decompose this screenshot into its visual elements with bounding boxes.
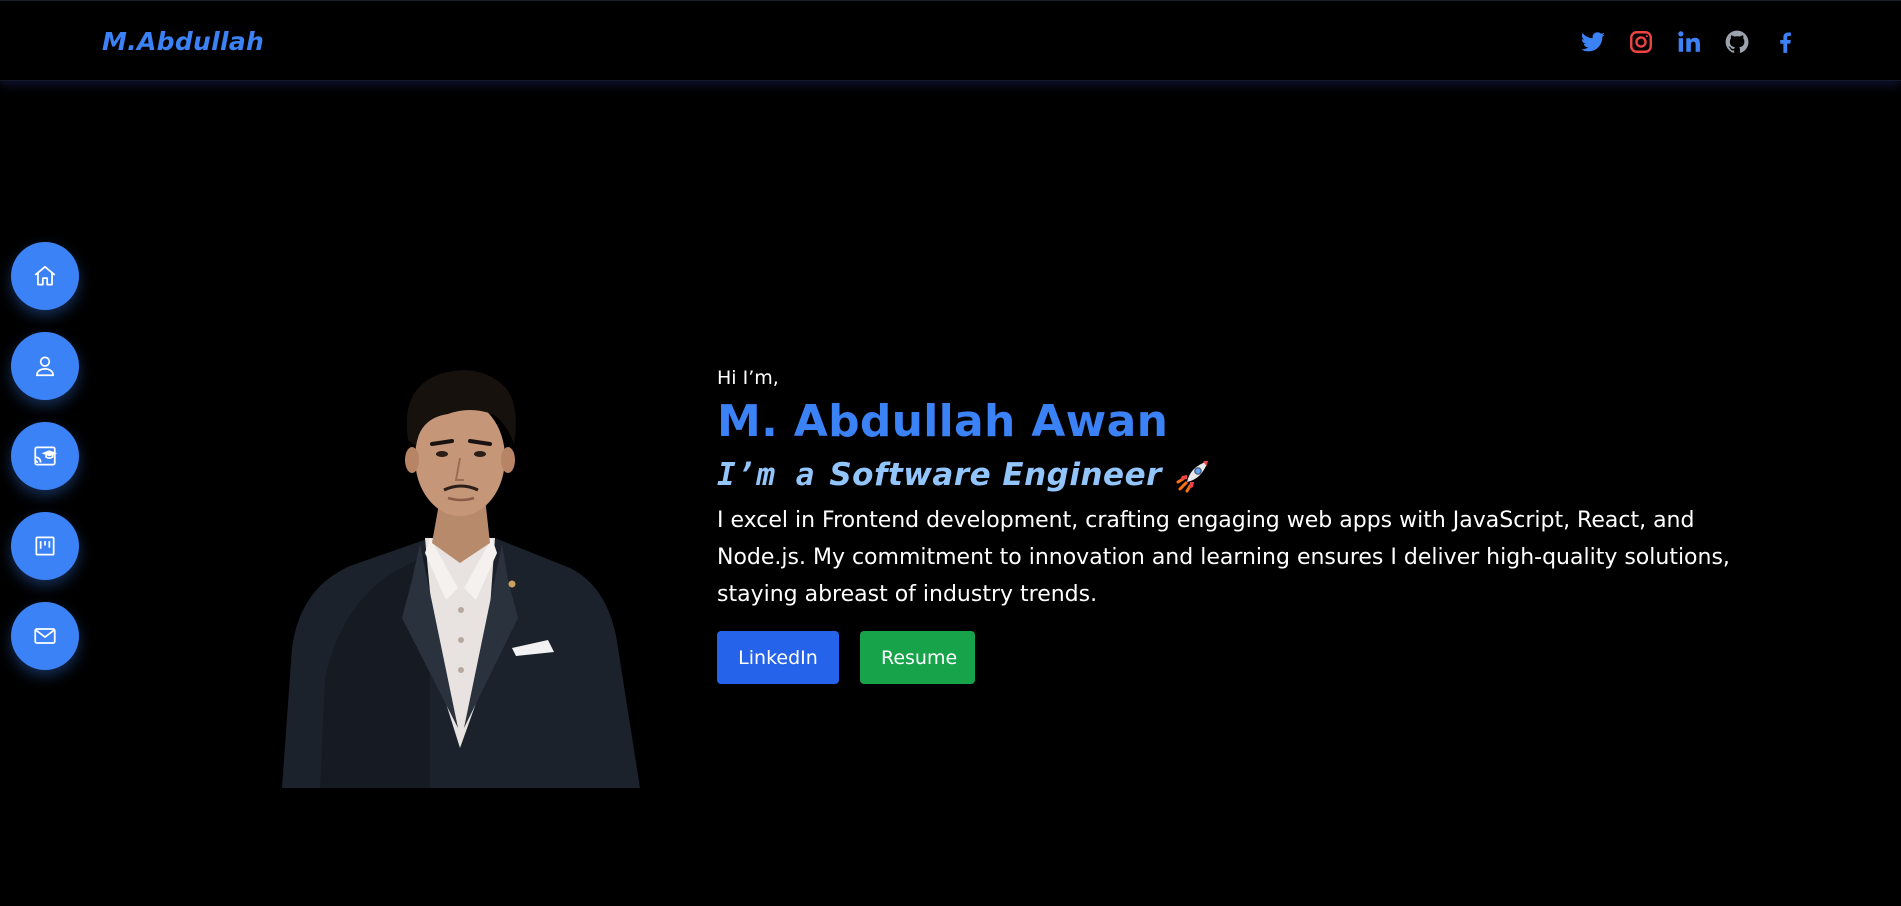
linkedin-icon — [1678, 31, 1700, 52]
page: M.Abdullah Hi I’m, M. Abdullah Awan I’m … — [0, 0, 1901, 906]
user-icon — [36, 356, 54, 377]
github-link[interactable] — [1723, 28, 1751, 56]
linkedin-button[interactable]: LinkedIn — [717, 631, 839, 684]
brand-logo-link[interactable]: M.Abdullah — [102, 27, 264, 56]
nav-projects-button[interactable] — [11, 512, 79, 580]
resume-button[interactable]: Resume — [860, 631, 975, 684]
hero-buttons: LinkedIn Resume — [717, 631, 1787, 684]
twitter-icon — [1580, 32, 1605, 52]
nav-contact-button[interactable] — [11, 602, 79, 670]
nav-about-button[interactable] — [11, 332, 79, 400]
hero-section: Hi I’m, M. Abdullah Awan I’m a Software … — [717, 364, 1787, 684]
hero-name: M. Abdullah Awan — [717, 396, 1169, 447]
role-prefix: I’m a — [717, 457, 816, 493]
instagram-link[interactable] — [1627, 28, 1655, 56]
projects-icon — [35, 536, 55, 556]
hero-description: I excel in Frontend development, craftin… — [717, 508, 1730, 607]
profile-photo — [280, 348, 640, 788]
mail-icon — [34, 628, 56, 644]
greeting-text: Hi I’m, — [717, 367, 779, 389]
role-title: Software Engineer — [829, 457, 1162, 493]
top-navbar: M.Abdullah — [0, 0, 1901, 81]
rocket-icon — [1174, 455, 1214, 495]
facebook-icon — [1780, 32, 1791, 53]
nav-home-button[interactable] — [11, 242, 79, 310]
nav-education-button[interactable] — [11, 422, 79, 490]
home-icon — [34, 265, 56, 286]
role-line: I’m a Software Engineer — [717, 454, 1787, 496]
linkedin-link[interactable] — [1675, 28, 1703, 56]
education-icon — [34, 446, 58, 466]
facebook-link[interactable] — [1771, 28, 1799, 56]
instagram-icon — [1630, 31, 1652, 53]
github-icon — [1725, 30, 1749, 53]
twitter-link[interactable] — [1579, 28, 1607, 56]
